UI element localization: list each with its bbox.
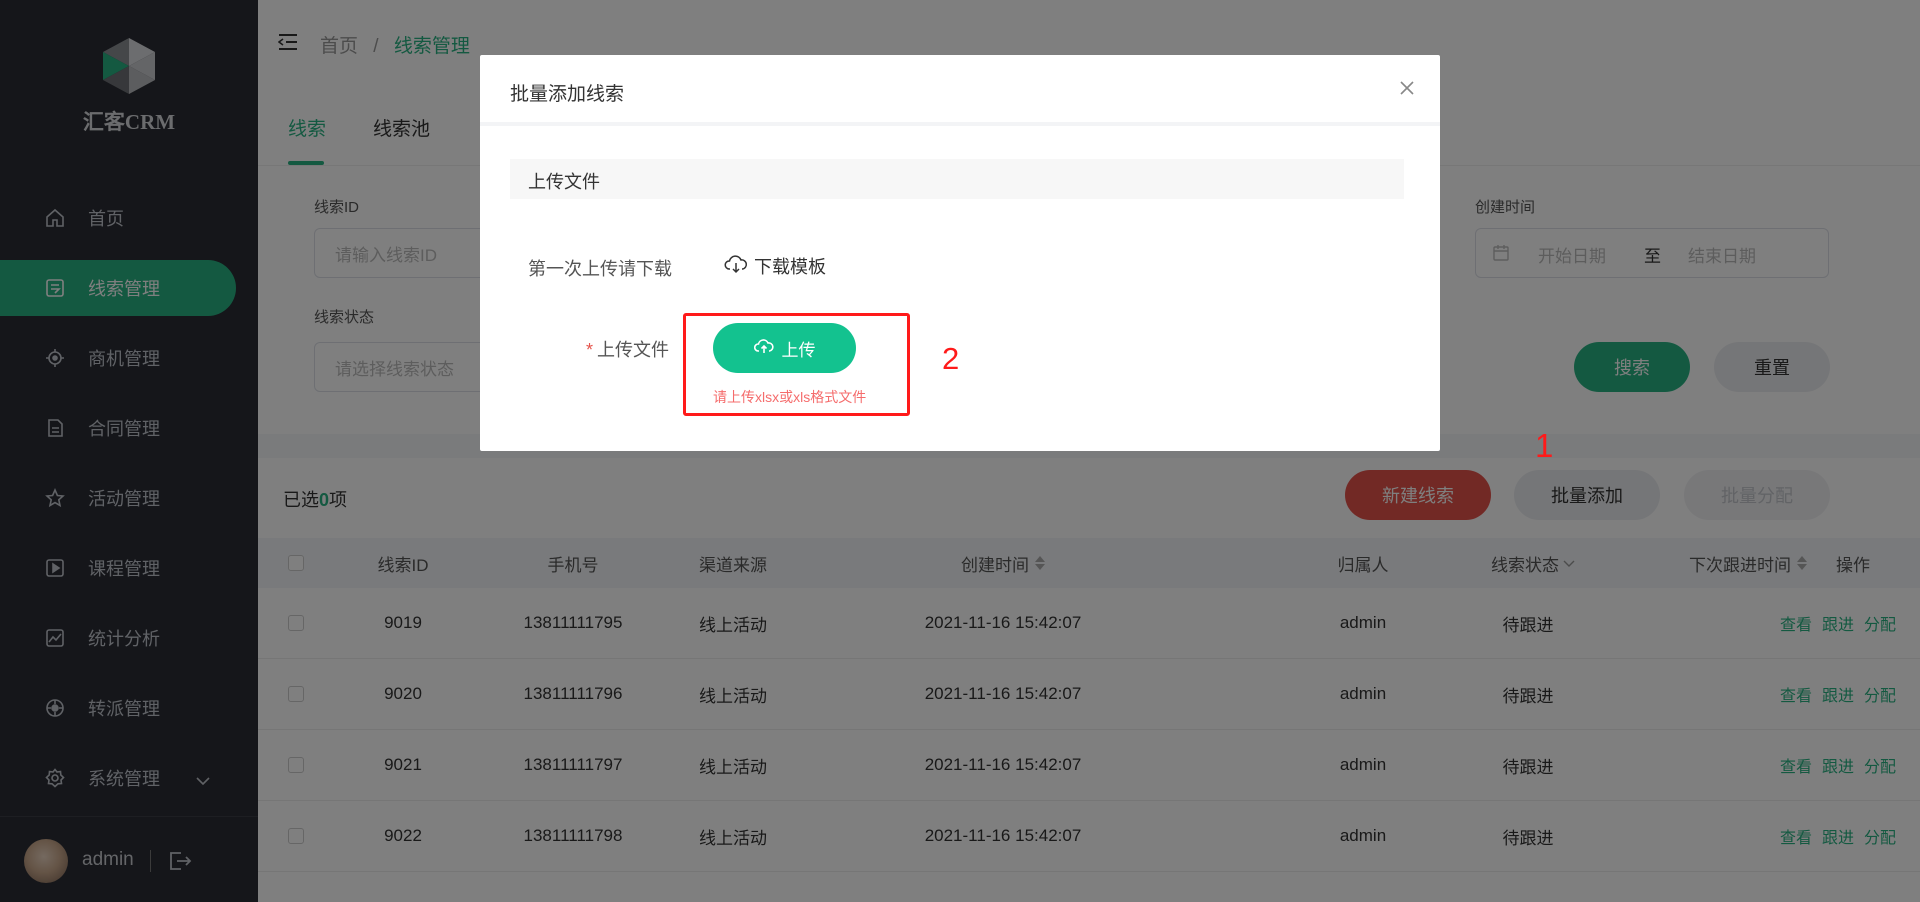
- annotation-marker-1: 1: [1535, 427, 1554, 464]
- batch-add-dialog: 批量添加线索 上传文件 第一次上传请下载 下载模板 * 上传文件 上传 请上传xl…: [480, 55, 1440, 451]
- upload-button[interactable]: 上传: [713, 323, 856, 373]
- download-template-label: 下载模板: [754, 257, 826, 277]
- upload-field-text: 上传文件: [597, 340, 670, 360]
- upload-format-tip: 请上传xlsx或xls格式文件: [713, 389, 867, 405]
- download-template-link[interactable]: 下载模板: [724, 253, 826, 279]
- upload-button-label: 上传: [781, 340, 816, 360]
- annotation-marker-2: 2: [942, 341, 960, 376]
- close-icon[interactable]: [1400, 81, 1414, 100]
- dialog-header-divider: [480, 122, 1440, 126]
- upload-field-label: * 上传文件: [586, 336, 669, 362]
- required-mark: *: [586, 340, 594, 360]
- cloud-upload-icon: [753, 338, 774, 359]
- section-title: 上传文件: [528, 172, 600, 192]
- download-hint: 第一次上传请下载: [528, 259, 672, 279]
- upload-section-header: 上传文件: [510, 159, 1404, 199]
- cloud-download-icon: [724, 254, 748, 279]
- dialog-title: 批量添加线索: [510, 84, 625, 105]
